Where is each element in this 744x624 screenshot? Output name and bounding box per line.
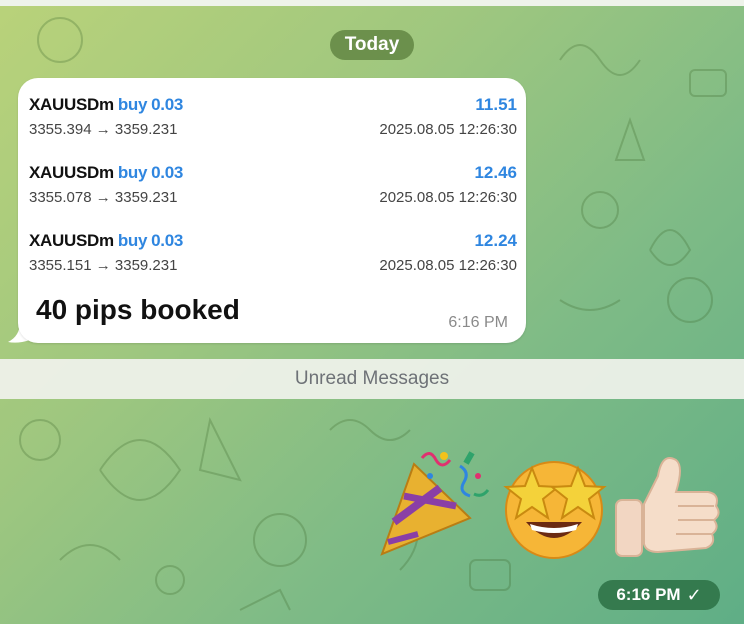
- trade-prices: 3355.394 → 3359.231: [29, 121, 178, 138]
- trade-symbol: XAUUSDm buy 0.03: [29, 163, 183, 183]
- trade-symbol-text: XAUUSDm: [29, 95, 114, 114]
- trade-entry: XAUUSDm buy 0.03 12.46 3355.078 → 3359.231…: [29, 163, 517, 211]
- thumbs-up-icon: [615, 457, 720, 557]
- date-divider: Today: [330, 30, 414, 60]
- sent-emoji-message[interactable]: [374, 446, 724, 562]
- trade-entry: XAUUSDm buy 0.03 11.51 3355.394 → 3359.231…: [29, 95, 517, 143]
- message-text: 40 pips booked: [36, 294, 240, 325]
- trade-entry: XAUUSDm buy 0.03 12.24 3355.151 → 3359.231…: [29, 231, 517, 279]
- trade-profit: 12.46: [474, 163, 517, 182]
- trade-timestamp: 2025.08.05 12:26:30: [379, 257, 517, 274]
- trade-timestamp: 2025.08.05 12:26:30: [379, 121, 517, 138]
- trade-prices: 3355.078 → 3359.231: [29, 189, 178, 206]
- trade-prices: 3355.151 → 3359.231: [29, 257, 178, 274]
- trade-timestamp: 2025.08.05 12:26:30: [379, 189, 517, 206]
- trade-side: buy: [117, 231, 148, 250]
- message-time: 6:16 PM: [448, 314, 508, 331]
- trade-symbol-text: XAUUSDm: [29, 231, 114, 250]
- read-check-icon: ✓: [686, 584, 702, 605]
- trade-profit: 11.51: [475, 95, 517, 114]
- incoming-message-bubble[interactable]: XAUUSDm buy 0.03 11.51 3355.394 → 3359.231…: [18, 78, 526, 343]
- trade-symbol: XAUUSDm buy 0.03: [29, 231, 183, 251]
- trade-lot: 0.03: [151, 163, 184, 182]
- trade-profit: 12.24: [474, 231, 517, 250]
- trade-symbol-text: XAUUSDm: [29, 163, 114, 182]
- trade-lot: 0.03: [151, 231, 184, 250]
- unread-messages-divider: Unread Messages: [0, 359, 744, 399]
- top-strip: [0, 0, 744, 6]
- sent-message-meta: 6:16 PM ✓: [598, 580, 720, 610]
- star-struck-icon: [503, 461, 607, 559]
- trade-lot: 0.03: [151, 95, 184, 114]
- trade-symbol: XAUUSDm buy 0.03: [29, 95, 183, 115]
- trade-side: buy: [117, 163, 148, 182]
- trade-side: buy: [117, 95, 148, 114]
- sent-message-time: 6:16 PM: [616, 585, 681, 604]
- party-popper-icon: [380, 451, 490, 556]
